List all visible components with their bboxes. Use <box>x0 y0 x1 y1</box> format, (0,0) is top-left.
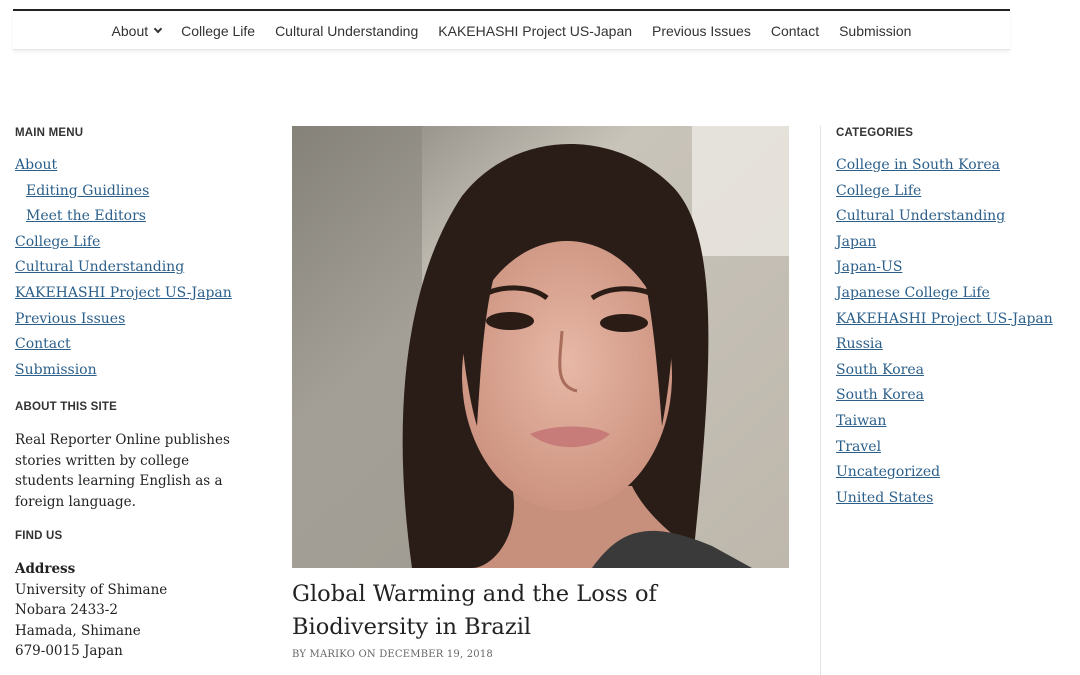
category-item: Cultural Understanding <box>836 204 1071 230</box>
main-content: Global Warming and the Loss of Biodivers… <box>292 126 789 660</box>
address-line: 679-0015 Japan <box>15 643 123 660</box>
address-line: University of Shimane <box>15 581 168 598</box>
header-top-rule <box>13 9 1010 11</box>
category-item: Russia <box>836 332 1071 358</box>
category-link[interactable]: Japan <box>836 234 876 250</box>
menu-link-meet-the-editors[interactable]: Meet the Editors <box>26 208 146 224</box>
nav-previous-issues[interactable]: Previous Issues <box>642 23 761 39</box>
nav-about[interactable]: About <box>102 23 172 39</box>
nav-contact[interactable]: Contact <box>761 23 829 39</box>
main-menu-title: MAIN MENU <box>15 127 84 139</box>
find-us-title: FIND US <box>15 530 63 543</box>
category-item: United States <box>836 486 1071 512</box>
menu-link-contact[interactable]: Contact <box>15 336 71 352</box>
menu-link-about[interactable]: About <box>15 157 57 173</box>
menu-item: Meet the Editors <box>15 204 250 230</box>
about-site-title: ABOUT THIS SITE <box>15 401 118 414</box>
category-item: KAKEHASHI Project US-Japan <box>836 307 1071 333</box>
menu-item: KAKEHASHI Project US-Japan <box>15 281 250 307</box>
category-item: Taiwan <box>836 409 1071 435</box>
category-link[interactable]: College Life <box>836 183 921 199</box>
category-link[interactable]: South Korea <box>836 387 924 403</box>
right-sidebar: CATEGORIES College in South Korea Colleg… <box>836 127 1071 511</box>
nav-cultural-understanding[interactable]: Cultural Understanding <box>265 23 428 39</box>
menu-item: About <box>15 153 250 179</box>
chevron-down-icon <box>153 24 163 33</box>
category-link[interactable]: College in South Korea <box>836 157 1000 173</box>
category-item: Japan-US <box>836 255 1071 281</box>
post-byline: BY MARIKO ON DECEMBER 19, 2018 <box>292 649 493 660</box>
menu-link-editing-guidlines[interactable]: Editing Guidlines <box>26 183 149 199</box>
category-item: College in South Korea <box>836 153 1071 179</box>
post-title[interactable]: Global Warming and the Loss of Biodivers… <box>292 578 789 644</box>
category-item: College Life <box>836 179 1071 205</box>
category-item: Japanese College Life <box>836 281 1071 307</box>
left-sidebar: MAIN MENU About Editing Guidlines Meet t… <box>15 127 250 662</box>
menu-link-college-life[interactable]: College Life <box>15 234 100 250</box>
categories-list: College in South Korea College Life Cult… <box>836 153 1071 511</box>
menu-link-kakehashi[interactable]: KAKEHASHI Project US-Japan <box>15 285 232 301</box>
menu-item: College Life <box>15 230 250 256</box>
featured-image[interactable] <box>292 126 789 568</box>
menu-link-cultural-understanding[interactable]: Cultural Understanding <box>15 259 184 275</box>
categories-title: CATEGORIES <box>836 127 914 139</box>
category-item: South Korea <box>836 358 1071 384</box>
category-link[interactable]: Cultural Understanding <box>836 208 1005 224</box>
address-label: Address <box>15 561 76 578</box>
nav-kakehashi[interactable]: KAKEHASHI Project US-Japan <box>428 23 642 39</box>
main-menu: About Editing Guidlines Meet the Editors… <box>15 153 250 383</box>
category-link[interactable]: Travel <box>836 439 881 455</box>
about-site-text: Real Reporter Online publishes stories w… <box>15 432 230 510</box>
category-link[interactable]: South Korea <box>836 362 924 378</box>
menu-item: Previous Issues <box>15 307 250 333</box>
address-block: Address University of Shimane Nobara 243… <box>15 559 250 662</box>
menu-link-submission[interactable]: Submission <box>15 362 97 378</box>
category-link[interactable]: Japanese College Life <box>836 285 990 301</box>
category-link[interactable]: United States <box>836 490 933 506</box>
category-link[interactable]: Uncategorized <box>836 464 940 480</box>
category-item: Uncategorized <box>836 460 1071 486</box>
nav-submission[interactable]: Submission <box>829 23 921 39</box>
menu-link-previous-issues[interactable]: Previous Issues <box>15 311 125 327</box>
menu-item: Contact <box>15 332 250 358</box>
category-link[interactable]: Taiwan <box>836 413 886 429</box>
menu-item: Submission <box>15 358 250 384</box>
category-item: Travel <box>836 435 1071 461</box>
menu-item: Editing Guidlines <box>15 179 250 205</box>
menu-item: Cultural Understanding <box>15 255 250 281</box>
category-link[interactable]: Japan-US <box>836 259 902 275</box>
nav-label: About <box>111 22 149 39</box>
nav-college-life[interactable]: College Life <box>171 23 265 39</box>
category-link[interactable]: Russia <box>836 336 883 352</box>
category-link[interactable]: KAKEHASHI Project US-Japan <box>836 311 1053 327</box>
sidebar-divider <box>820 126 821 675</box>
category-item: Japan <box>836 230 1071 256</box>
top-navigation: About College Life Cultural Understandin… <box>13 12 1010 50</box>
address-line: Hamada, Shimane <box>15 622 141 639</box>
address-line: Nobara 2433-2 <box>15 602 118 619</box>
portrait-illustration <box>292 126 789 568</box>
category-item: South Korea <box>836 383 1071 409</box>
